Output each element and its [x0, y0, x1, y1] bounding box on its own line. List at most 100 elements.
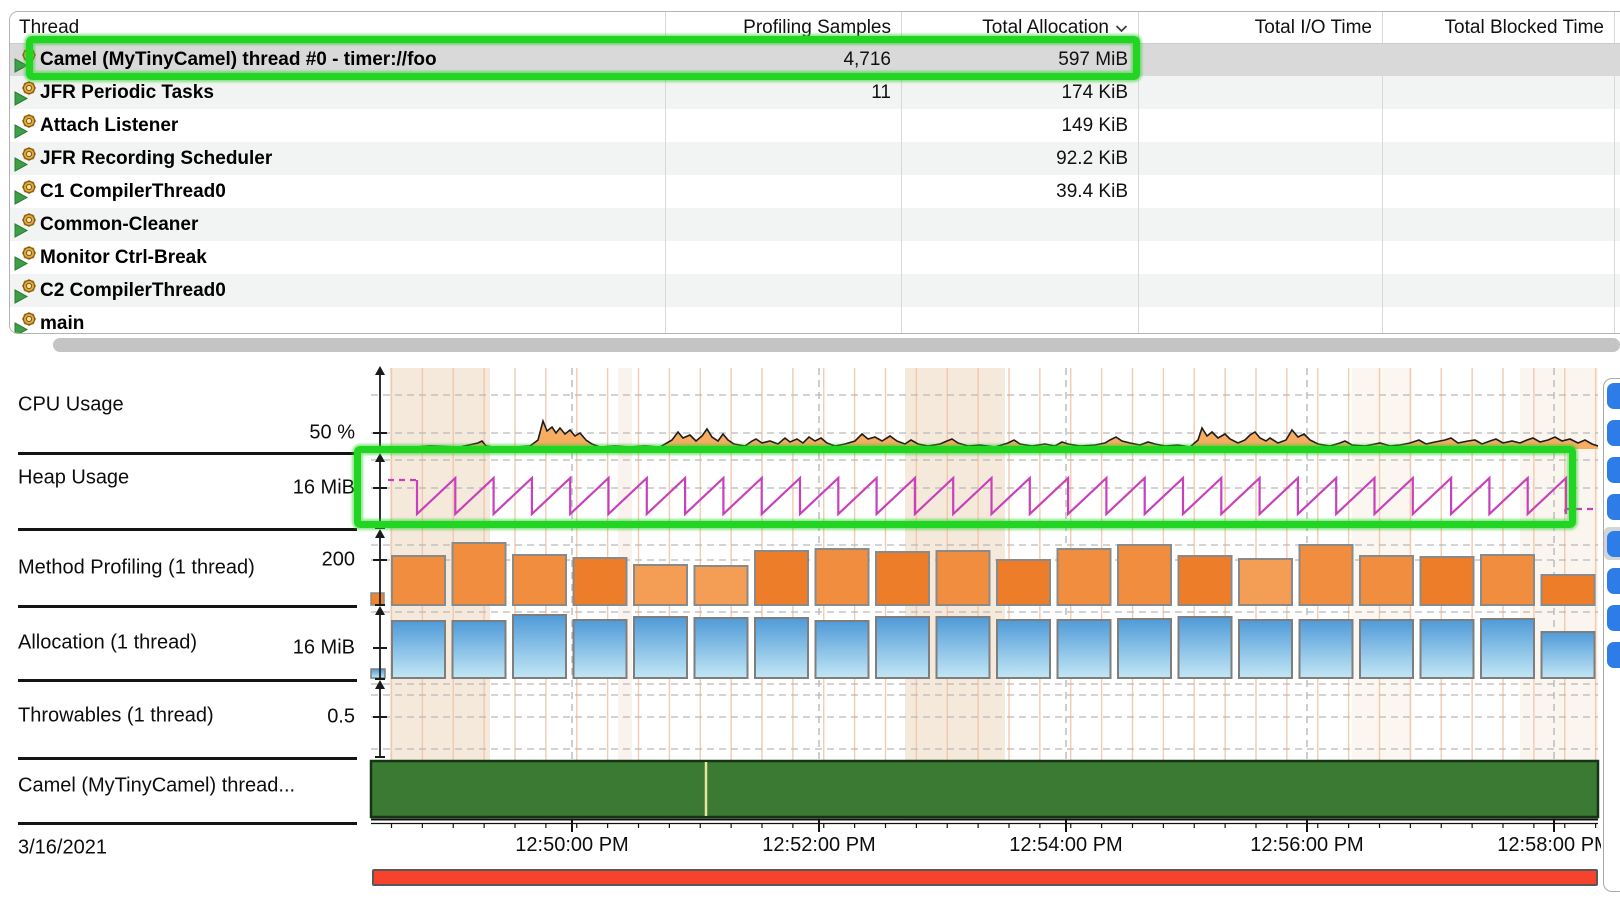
- time-tick-label: 12:50:00 PM: [515, 834, 628, 857]
- allocation-bar: [1058, 620, 1111, 678]
- allocation-bar: [513, 615, 566, 678]
- allocation-bar: [755, 618, 808, 678]
- total-allocation-value: [911, 274, 1128, 307]
- toolbar-button-2[interactable]: [1607, 457, 1620, 483]
- lane-label-2: Method Profiling (1 thread): [18, 557, 255, 580]
- total-blocked-time-value: [1392, 208, 1604, 241]
- total-allocation-value: 92.2 KiB: [911, 142, 1128, 175]
- allocation-bar: [1239, 620, 1292, 678]
- total-blocked-time-value: [1392, 307, 1604, 334]
- toolbar-button-6[interactable]: [1607, 605, 1620, 631]
- timeline-range-scrollbar[interactable]: [372, 869, 1598, 886]
- total-allocation-value: [911, 241, 1128, 274]
- lane-axis-arrow: [375, 680, 385, 689]
- background-band: [905, 368, 1005, 820]
- camel-thread-span: [371, 761, 1598, 817]
- total-allocation-value: 597 MiB: [911, 43, 1128, 76]
- allocation-bar: [695, 618, 748, 678]
- time-tick-label: 12:56:00 PM: [1250, 834, 1363, 857]
- table-row[interactable]: JFR Periodic Tasks11174 KiB: [10, 76, 1620, 109]
- column-header-profiling-samples[interactable]: Profiling Samples: [675, 12, 891, 43]
- cpu-usage-area: [371, 421, 1598, 449]
- annotation-heap-usage-lane: [354, 446, 1576, 528]
- lane-separator: [18, 605, 357, 608]
- toolbar-button-5[interactable]: [1607, 568, 1620, 594]
- thread-icon: [13, 80, 39, 106]
- heap-usage-sawtooth: [417, 478, 1566, 514]
- profiling-samples-value: [675, 307, 891, 334]
- method-profiling-bar: [634, 565, 687, 605]
- lane-label-3: Allocation (1 thread): [18, 632, 197, 655]
- thread-icon: [13, 245, 39, 271]
- thread-table: Thread Profiling Samples Total Allocatio…: [9, 11, 1620, 334]
- total-allocation-value: 174 KiB: [911, 76, 1128, 109]
- background-band: [618, 368, 632, 820]
- lane-tick-value: 50 %: [255, 422, 355, 445]
- allocation-bar: [1179, 617, 1232, 678]
- allocation-bar: [634, 617, 687, 678]
- profiling-samples-value: 11: [675, 76, 891, 109]
- header-divider: [10, 43, 1620, 44]
- total-allocation-value: 149 KiB: [911, 109, 1128, 142]
- column-separator: [1382, 12, 1383, 333]
- method-profiling-bar: [1179, 556, 1232, 605]
- lane-tick-value: 200: [255, 549, 355, 572]
- toolbar-button-1[interactable]: [1607, 420, 1620, 446]
- profiling-samples-value: 4,716: [675, 43, 891, 76]
- allocation-bar: [1542, 632, 1595, 678]
- table-row[interactable]: Camel (MyTinyCamel) thread #0 - timer://…: [10, 43, 1620, 76]
- allocation-bar: [1300, 620, 1353, 678]
- horizontal-scrollbar-thumb[interactable]: [53, 338, 1620, 352]
- total-io-time-value: [1148, 76, 1372, 109]
- toolbar-button-0[interactable]: [1607, 383, 1620, 409]
- table-row[interactable]: C1 CompilerThread039.4 KiB: [10, 175, 1620, 208]
- profiling-samples-value: [675, 109, 891, 142]
- column-header-thread[interactable]: Thread: [19, 12, 419, 43]
- method-profiling-bar: [876, 552, 929, 605]
- table-row[interactable]: JFR Recording Scheduler92.2 KiB: [10, 142, 1620, 175]
- method-profiling-bar: [1239, 559, 1292, 605]
- background-band: [1352, 368, 1412, 820]
- column-separator: [665, 12, 666, 333]
- method-profiling-bar: [1118, 545, 1171, 605]
- lane-separator: [18, 679, 357, 682]
- column-header-total-allocation[interactable]: Total Allocation: [911, 12, 1128, 43]
- total-io-time-value: [1148, 43, 1372, 76]
- thread-icon: [13, 311, 39, 334]
- allocation-bar: [453, 621, 506, 678]
- allocation-bar: [937, 617, 990, 678]
- column-header-total-blocked-time[interactable]: Total Blocked Time: [1392, 12, 1604, 43]
- toolbar-button-7[interactable]: [1607, 642, 1620, 668]
- toolbar-button-3[interactable]: [1607, 494, 1620, 520]
- lane-separator: [18, 822, 357, 825]
- lane-separator: [18, 757, 357, 760]
- profiling-samples-value: [675, 241, 891, 274]
- lane-label-0: CPU Usage: [18, 394, 124, 417]
- total-blocked-time-value: [1392, 274, 1604, 307]
- table-row[interactable]: main: [10, 307, 1620, 334]
- table-row[interactable]: Monitor Ctrl-Break: [10, 241, 1620, 274]
- total-io-time-value: [1148, 175, 1372, 208]
- total-io-time-value: [1148, 241, 1372, 274]
- total-allocation-value: [911, 208, 1128, 241]
- background-band: [1520, 368, 1598, 820]
- thread-table-header: Thread Profiling Samples Total Allocatio…: [10, 12, 1620, 43]
- lane-axis-arrow: [375, 606, 385, 615]
- table-row[interactable]: Attach Listener149 KiB: [10, 109, 1620, 142]
- profiling-samples-value: [675, 208, 891, 241]
- lane-label-5: Camel (MyTinyCamel) thread...: [18, 775, 295, 798]
- toolbar-button-4[interactable]: [1607, 531, 1620, 557]
- table-row[interactable]: Common-Cleaner: [10, 208, 1620, 241]
- allocation-bar: [816, 621, 869, 678]
- column-header-total-io-time[interactable]: Total I/O Time: [1148, 12, 1372, 43]
- lane-axis-arrow: [375, 453, 385, 462]
- total-io-time-value: [1148, 274, 1372, 307]
- profiling-samples-value: [675, 142, 891, 175]
- allocation-bar: [1421, 620, 1474, 678]
- thread-icon: [13, 278, 39, 304]
- method-profiling-bar: [755, 551, 808, 605]
- column-separator: [901, 12, 902, 333]
- table-row[interactable]: C2 CompilerThread0: [10, 274, 1620, 307]
- column-separator: [1138, 12, 1139, 333]
- total-blocked-time-value: [1392, 109, 1604, 142]
